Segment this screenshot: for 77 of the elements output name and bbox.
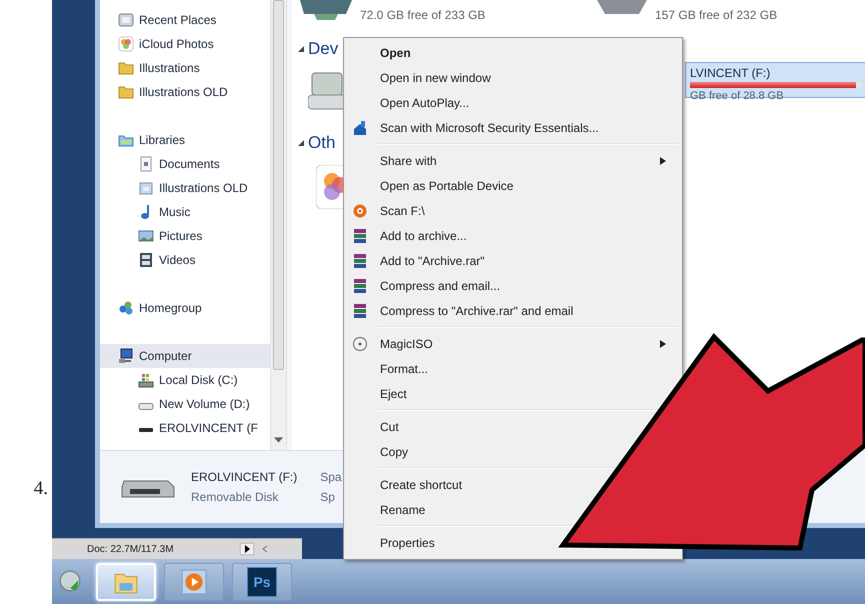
books-stack-icon [352, 278, 368, 294]
drive-name: LVINCENT (F:) [690, 66, 772, 80]
menu-item[interactable]: Add to "Archive.rar" [346, 248, 491, 273]
taskbar-button[interactable] [164, 562, 224, 600]
menu-item[interactable]: Compress to "Archive.rar" and email [346, 298, 580, 323]
expand-triangle-icon[interactable] [298, 140, 304, 146]
menu-item[interactable]: Open AutoPlay... [346, 90, 476, 115]
menu-item[interactable]: Eject [346, 381, 413, 406]
scroll-left-icon[interactable] [260, 543, 270, 555]
menu-item[interactable]: MagicISO [346, 331, 680, 356]
app-logo: Ps [247, 566, 277, 596]
document-icon [138, 156, 154, 172]
menu-item[interactable]: Cut [346, 414, 405, 439]
nav-item[interactable]: Illustrations OLD [100, 176, 270, 200]
usb-drive-icon [138, 428, 154, 432]
nav-item[interactable]: Local Disk (C:) [100, 368, 270, 392]
nav-item[interactable]: Recent Places [100, 8, 270, 32]
menu-item[interactable]: Create shortcut [346, 472, 468, 497]
menu-item[interactable]: Share with [346, 148, 680, 173]
nav-item[interactable]: Pictures [100, 224, 270, 248]
computer-icon [118, 348, 134, 364]
drive-tile[interactable]: LVINCENT (F:) GB free of 28.8 GB [685, 62, 865, 98]
house-shield-icon [352, 120, 368, 136]
nav-item[interactable]: Computer [100, 344, 270, 368]
step-number: 4. [34, 478, 48, 500]
menu-item[interactable]: Format... [346, 356, 434, 381]
circle-logo-icon [352, 202, 368, 218]
menu-item[interactable]: Properties [346, 530, 441, 555]
pictures-icon [138, 228, 154, 244]
books-stack-icon [352, 252, 368, 268]
menu-item[interactable]: Compress and email... [346, 273, 506, 298]
detail-label: Sp [320, 490, 336, 504]
menu-item[interactable]: Copy [346, 439, 414, 464]
section-header[interactable]: Oth [308, 133, 336, 153]
disk-drive-icon [138, 402, 154, 410]
hard-drive-icon [597, 0, 647, 14]
books-stack-icon [352, 228, 368, 244]
nav-item[interactable]: New Volume (D:) [100, 392, 270, 416]
menu-item[interactable]: Scan with Microsoft Security Essentials... [346, 115, 605, 140]
folder-icon [118, 84, 134, 100]
drive-free-space: 72.0 GB free of 233 GB [360, 7, 486, 22]
nav-item[interactable]: Libraries [100, 128, 270, 152]
expand-triangle-icon[interactable] [298, 46, 304, 52]
menu-item[interactable]: Open [346, 40, 417, 65]
nav-item[interactable]: Illustrations [100, 56, 270, 80]
nav-item[interactable]: iCloud Photos [100, 32, 270, 56]
film-icon [138, 252, 154, 268]
scroll-down-icon[interactable] [274, 436, 283, 444]
nav-item[interactable]: EROLVINCENT (F [100, 416, 270, 440]
menu-item[interactable]: Add to archive... [346, 223, 473, 248]
folder-icon [118, 60, 134, 76]
library-folder-icon [138, 180, 154, 196]
disc-icon [352, 336, 368, 352]
nav-item[interactable]: Music [100, 200, 270, 224]
nav-item[interactable]: Homegroup [100, 296, 270, 320]
nav-item[interactable]: Illustrations OLD [100, 80, 270, 104]
menu-item[interactable]: Rename [346, 497, 432, 522]
detail-label: Spa [320, 470, 342, 484]
menu-item[interactable]: Scan F:\ [346, 198, 431, 223]
drive-free-space: 157 GB free of 232 GB [655, 7, 778, 22]
system-disk-icon [138, 372, 154, 388]
hard-drive-icon [300, 0, 352, 20]
taskbar-button[interactable]: Ps [232, 562, 292, 600]
section-header[interactable]: Dev [308, 39, 338, 59]
nav-item[interactable]: Documents [100, 152, 270, 176]
drive-name: EROLVINCENT (F:) [191, 470, 298, 484]
nav-item[interactable]: Videos [100, 248, 270, 272]
menu-item[interactable]: Open in new window [346, 65, 497, 90]
photos-icon [118, 36, 134, 52]
document-size: Doc: 22.7M/117.3M [86, 544, 175, 554]
recent-places-icon [118, 12, 134, 28]
homegroup-icon [118, 300, 134, 316]
books-stack-icon [352, 302, 368, 318]
scrollbar[interactable] [270, 0, 286, 450]
menu-item[interactable]: Open as Portable Device [346, 173, 520, 198]
play-icon[interactable] [240, 543, 254, 555]
drive-type: Removable Disk [191, 490, 280, 504]
